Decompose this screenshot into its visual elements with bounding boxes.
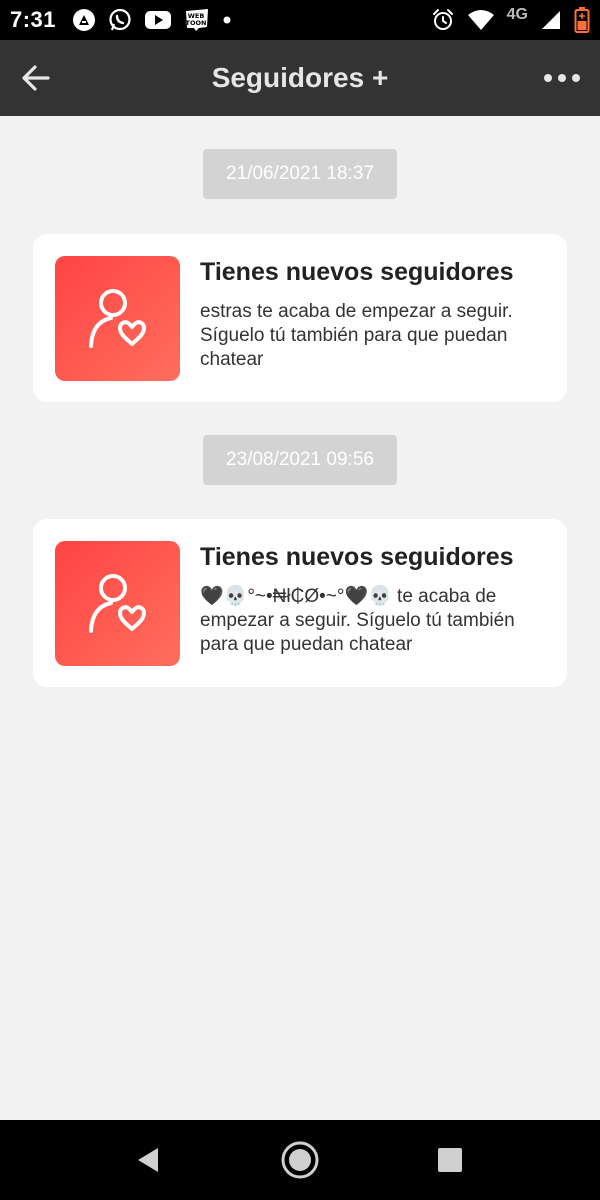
back-button[interactable] xyxy=(14,56,58,100)
date-separator: 23/08/2021 09:56 xyxy=(203,435,397,485)
square-recents-icon xyxy=(438,1148,462,1172)
notification-title: Tienes nuevos seguidores xyxy=(200,543,514,571)
app-icon xyxy=(72,8,96,32)
whatsapp-icon xyxy=(108,8,132,32)
user-heart-icon xyxy=(88,573,146,633)
status-left: 7:31 WEB TOON xyxy=(10,0,232,40)
page-title: Seguidores + xyxy=(211,62,389,93)
nav-home-button[interactable] xyxy=(280,1140,320,1180)
notification-card[interactable]: Tienes nuevos seguidores 🖤💀°~•₦ł₵Ø•~°🖤💀 … xyxy=(33,519,567,687)
notification-message: estras te acaba de empezar a seguir. Síg… xyxy=(200,301,513,370)
signal-icon xyxy=(540,9,562,31)
wifi-icon xyxy=(467,9,495,31)
screen: 7:31 WEB TOON 4G Seguidores + 21/06/2021… xyxy=(0,0,600,1200)
webtoon-icon: WEB TOON xyxy=(184,8,210,32)
user-heart-icon xyxy=(88,288,146,348)
status-bar: 7:31 WEB TOON 4G xyxy=(0,0,600,40)
network-type-label: 4G xyxy=(506,6,528,23)
date-separator: 21/06/2021 18:37 xyxy=(203,149,397,199)
triangle-back-icon xyxy=(138,1148,158,1172)
alarm-icon xyxy=(431,8,455,32)
nav-recents-button[interactable] xyxy=(430,1140,470,1180)
navigation-bar xyxy=(0,1120,600,1200)
battery-icon xyxy=(574,7,590,33)
arrow-left-icon xyxy=(22,65,50,91)
status-right: 4G xyxy=(431,0,590,40)
new-follower-badge xyxy=(55,541,180,666)
notification-title: Tienes nuevos seguidores xyxy=(200,258,514,286)
new-follower-badge xyxy=(55,256,180,381)
status-time: 7:31 xyxy=(10,7,57,32)
more-dot-icon xyxy=(558,74,566,82)
youtube-icon xyxy=(144,9,172,31)
more-options-button[interactable] xyxy=(538,56,586,100)
circle-home-icon xyxy=(281,1141,319,1179)
nav-back-button[interactable] xyxy=(128,1140,168,1180)
dot-icon xyxy=(222,15,232,25)
app-bar: Seguidores + xyxy=(0,40,600,116)
notification-message: 🖤💀°~•₦ł₵Ø•~°🖤💀 te acaba de empezar a seg… xyxy=(200,586,515,655)
more-dot-icon xyxy=(544,74,552,82)
webtoon-text-bottom: TOON xyxy=(186,19,207,27)
notification-card[interactable]: Tienes nuevos seguidores estras te acaba… xyxy=(33,234,567,402)
more-dot-icon xyxy=(572,74,580,82)
